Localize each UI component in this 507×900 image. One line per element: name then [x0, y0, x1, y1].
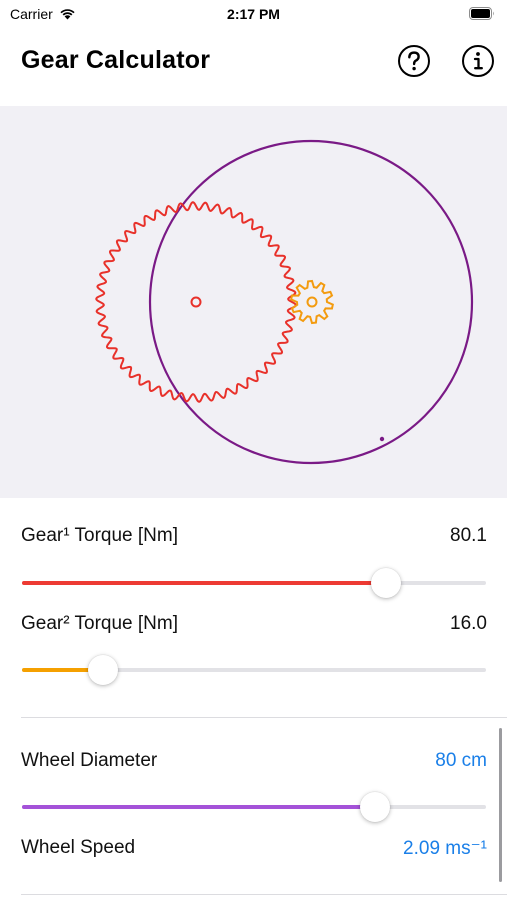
gear2-center: [306, 296, 318, 308]
gear-canvas[interactable]: [0, 106, 507, 498]
gear1-torque-slider[interactable]: [22, 568, 486, 598]
wheel-marker-dot: [379, 436, 385, 442]
status-time: 2:17 PM: [227, 6, 280, 22]
section-divider: [21, 717, 507, 718]
wheel-speed-label: Wheel Speed: [21, 837, 136, 858]
gear1-torque-value: 80.1: [450, 525, 487, 546]
gear1-outline: [95, 201, 297, 403]
gear2-torque-value: 16.0: [450, 613, 487, 634]
gear1-torque-label: Gear¹ Torque [Nm]: [21, 525, 178, 546]
scroll-indicator[interactable]: [499, 728, 502, 882]
page-title: Gear Calculator: [21, 46, 211, 74]
slider-thumb[interactable]: [88, 655, 118, 685]
slider-thumb[interactable]: [371, 568, 401, 598]
info-icon[interactable]: [461, 44, 495, 78]
wheel-circle: [148, 139, 474, 465]
gear-diagram: [95, 139, 474, 465]
slider-fill: [22, 805, 375, 809]
slider-fill: [22, 581, 386, 585]
wheel-diameter-value[interactable]: 80 cm: [435, 750, 487, 772]
section-divider-bottom: [21, 894, 507, 895]
wheel-diameter-label: Wheel Diameter: [21, 750, 158, 771]
navigation-bar: Gear Calculator: [0, 30, 507, 106]
gear2-outline: [290, 279, 334, 325]
status-bar: Carrier 2:17 PM: [0, 0, 507, 30]
slider-thumb[interactable]: [360, 792, 390, 822]
gear2-torque-slider[interactable]: [22, 655, 486, 685]
wheel-speed-value[interactable]: 2.09 ms⁻¹: [403, 837, 487, 860]
controls-panel: Gear¹ Torque [Nm] 80.1 Gear² Torque [Nm]…: [0, 498, 507, 900]
gear2-torque-label: Gear² Torque [Nm]: [21, 613, 178, 634]
wheel-diameter-slider[interactable]: [22, 792, 486, 822]
help-icon[interactable]: [397, 44, 431, 78]
battery-icon: [469, 7, 494, 20]
gear1-center: [190, 296, 202, 308]
